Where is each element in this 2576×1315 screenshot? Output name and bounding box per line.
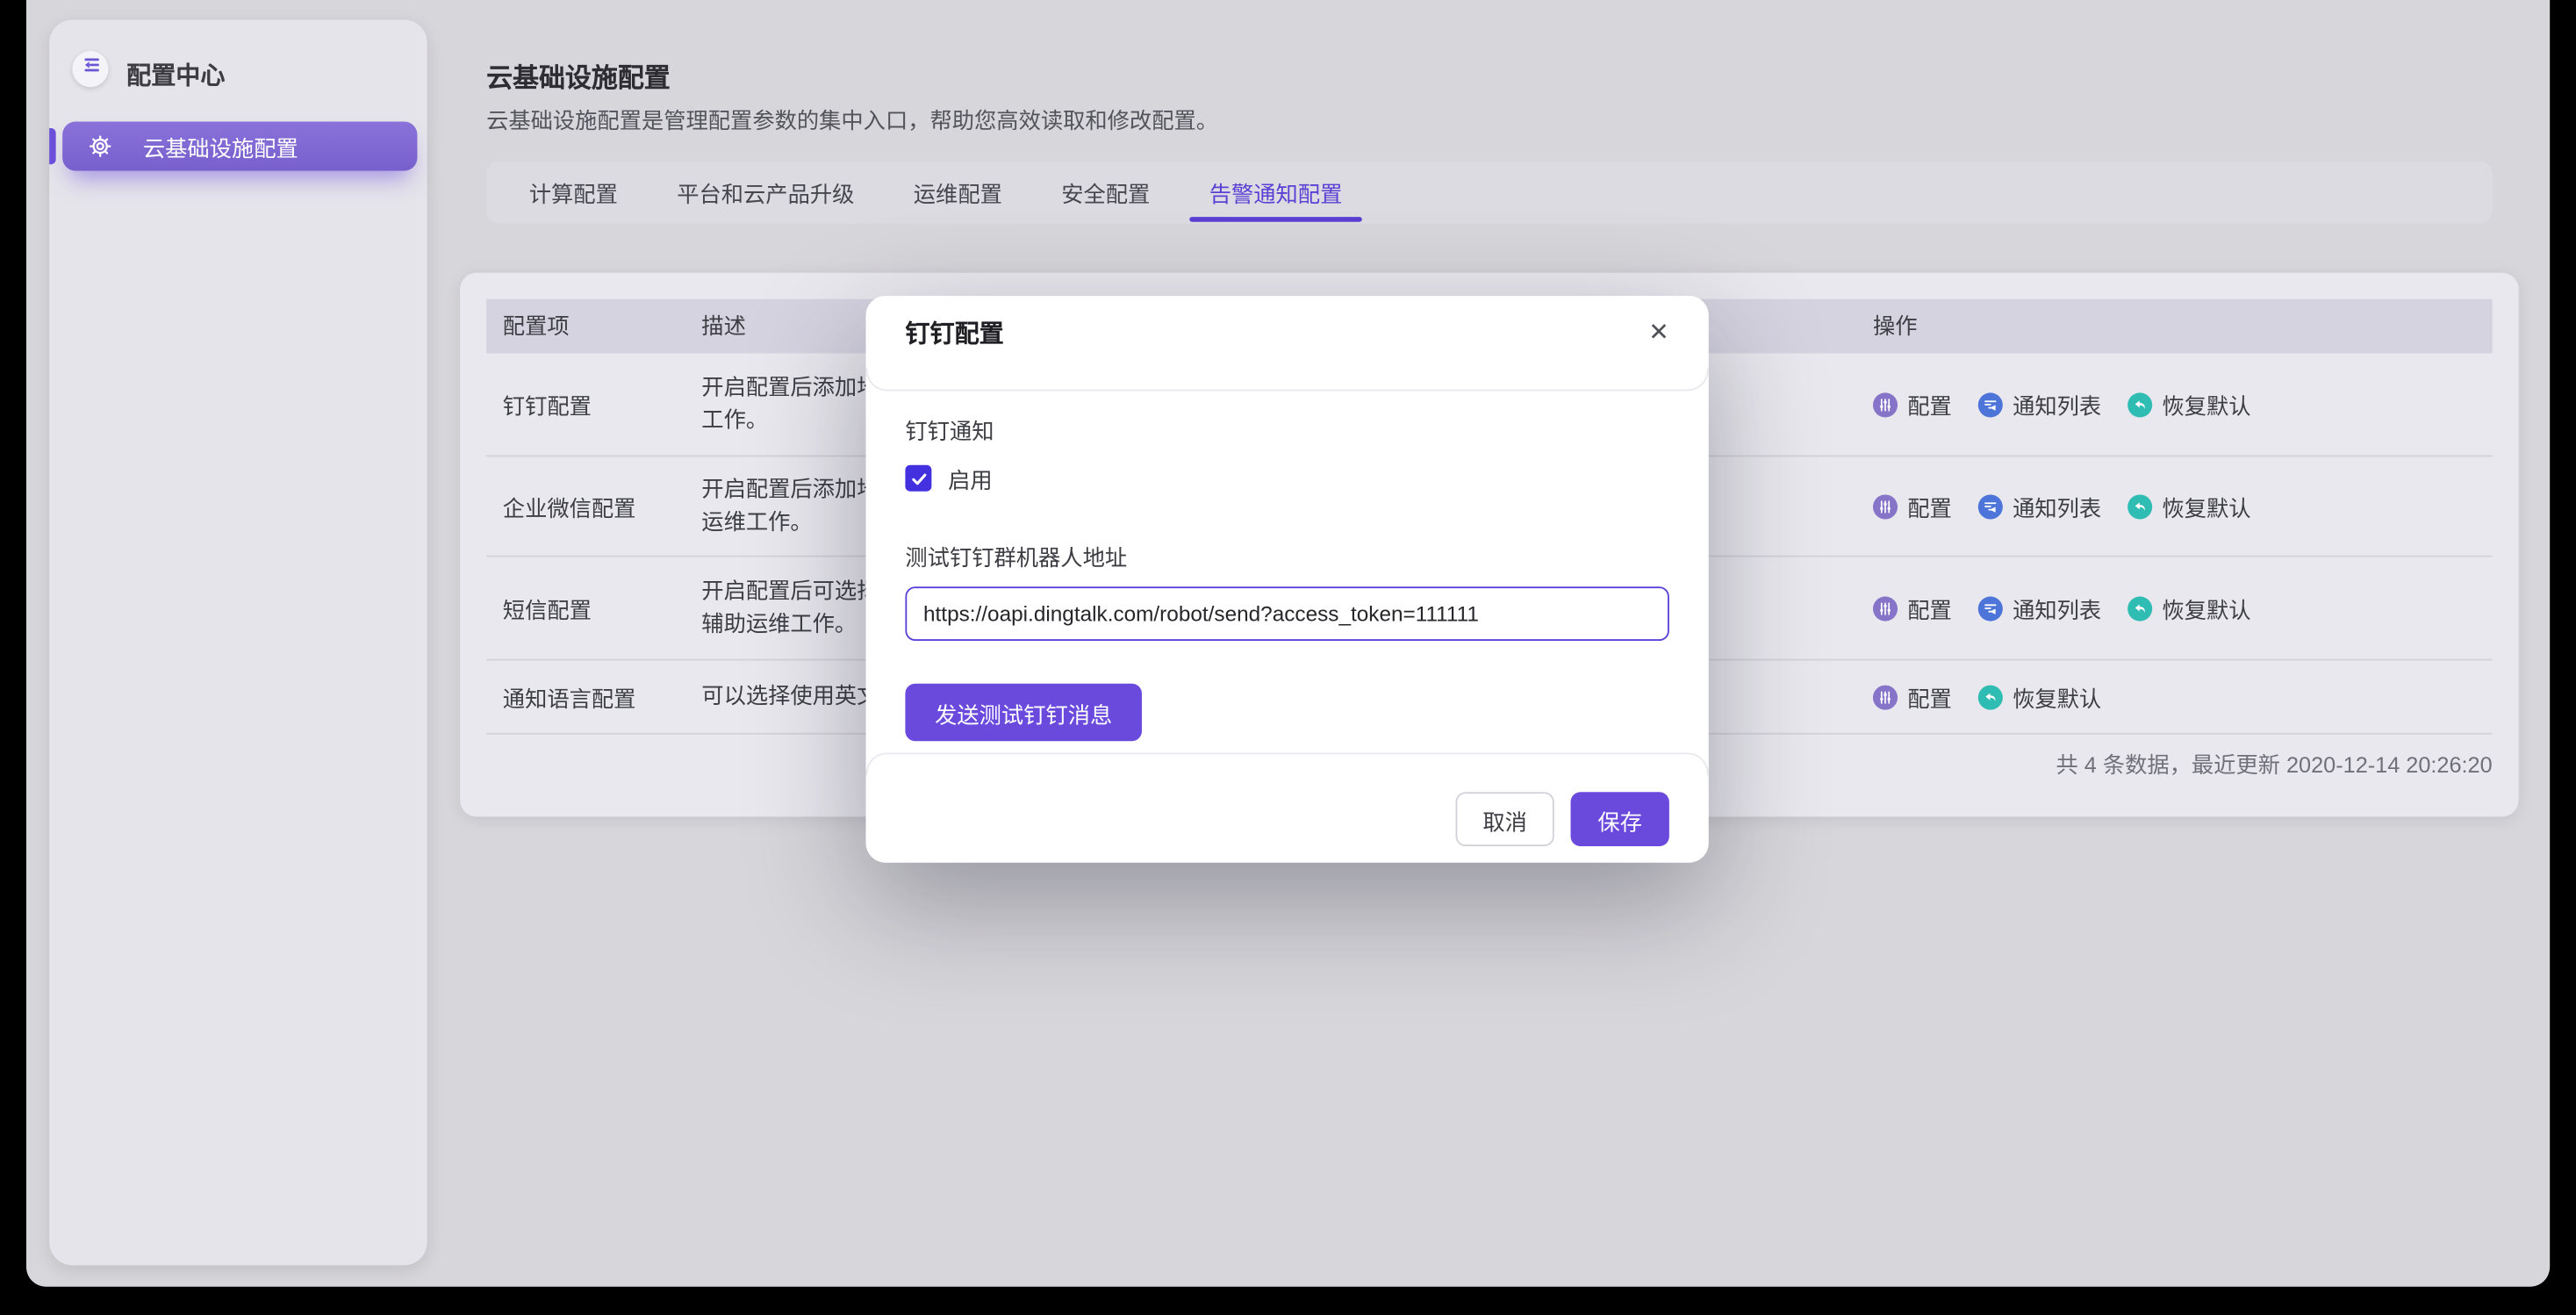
action-label: 恢复默认 bbox=[2162, 592, 2250, 624]
notify-list-icon bbox=[1978, 494, 2003, 519]
app-window: 配置中心 云基础设施配置 bbox=[26, 0, 2550, 1287]
sidebar-active-indicator bbox=[49, 128, 55, 164]
action-undo[interactable]: 恢复默认 bbox=[1978, 680, 2101, 713]
column-header-actions: 操作 bbox=[1873, 299, 1918, 354]
robot-address-label: 测试钉钉群机器人地址 bbox=[905, 539, 1668, 571]
dingtalk-notify-label: 钉钉通知 bbox=[905, 413, 1668, 445]
action-label: 配置 bbox=[1907, 490, 1952, 522]
action-undo[interactable]: 恢复默认 bbox=[2128, 490, 2250, 522]
config-item-name: 钉钉配置 bbox=[503, 388, 592, 420]
tab-运维配置[interactable]: 运维配置 bbox=[914, 161, 1002, 223]
modal-header-divider bbox=[865, 368, 1708, 391]
column-header-desc: 描述 bbox=[701, 299, 746, 354]
modal-title: 钉钉配置 bbox=[905, 314, 1003, 349]
action-label: 配置 bbox=[1907, 680, 1952, 713]
row-actions: 配置 恢复默认 bbox=[1873, 680, 2101, 713]
app-stage: 配置中心 云基础设施配置 bbox=[0, 0, 2576, 1315]
action-sliders[interactable]: 配置 bbox=[1873, 592, 1952, 624]
dingtalk-config-modal: 钉钉配置 ✕ 钉钉通知 启用 测试钉钉群机器人地址 发送测试钉钉消息 bbox=[865, 296, 1708, 863]
tab-安全配置[interactable]: 安全配置 bbox=[1061, 161, 1150, 223]
sliders-icon bbox=[1873, 596, 1898, 621]
action-label: 恢复默认 bbox=[2013, 680, 2101, 713]
undo-icon bbox=[2128, 392, 2152, 416]
row-actions: 配置 通知列表 恢复默认 bbox=[1873, 592, 2251, 624]
action-label: 配置 bbox=[1907, 592, 1952, 624]
action-label: 配置 bbox=[1907, 388, 1952, 420]
action-label: 恢复默认 bbox=[2162, 388, 2250, 420]
enable-checkbox-row: 启用 bbox=[905, 462, 1668, 494]
modal-footer-divider bbox=[865, 752, 1708, 775]
action-notify-list[interactable]: 通知列表 bbox=[1978, 490, 2101, 522]
row-actions: 配置 通知列表 恢复默认 bbox=[1873, 388, 2251, 420]
config-item-name: 短信配置 bbox=[503, 592, 592, 624]
sidebar-title: 配置中心 bbox=[126, 58, 225, 92]
action-notify-list[interactable]: 通知列表 bbox=[1978, 592, 2101, 624]
sliders-icon bbox=[1873, 685, 1898, 709]
tab-平台和云产品升级[interactable]: 平台和云产品升级 bbox=[677, 161, 854, 223]
gear-icon bbox=[89, 134, 111, 157]
action-label: 通知列表 bbox=[2013, 490, 2101, 522]
enable-label: 启用 bbox=[948, 462, 993, 494]
modal-footer: 取消 保存 bbox=[865, 776, 1708, 863]
action-label: 通知列表 bbox=[2013, 592, 2101, 624]
undo-icon bbox=[2128, 596, 2152, 621]
save-button[interactable]: 保存 bbox=[1571, 792, 1669, 846]
action-undo[interactable]: 恢复默认 bbox=[2128, 592, 2250, 624]
config-item-name: 企业微信配置 bbox=[503, 490, 636, 522]
page-subtitle: 云基础设施配置是管理配置参数的集中入口，帮助您高效读取和修改配置。 bbox=[486, 102, 1218, 134]
send-test-message-button[interactable]: 发送测试钉钉消息 bbox=[905, 684, 1142, 742]
robot-address-input[interactable] bbox=[905, 586, 1668, 641]
page-title: 云基础设施配置 bbox=[486, 56, 671, 96]
action-sliders[interactable]: 配置 bbox=[1873, 490, 1952, 522]
sidebar-item-label: 云基础设施配置 bbox=[143, 130, 298, 162]
column-header-name: 配置项 bbox=[503, 299, 570, 354]
action-sliders[interactable]: 配置 bbox=[1873, 680, 1952, 713]
modal-header: 钉钉配置 ✕ bbox=[865, 296, 1708, 368]
tab-告警通知配置[interactable]: 告警通知配置 bbox=[1209, 161, 1343, 223]
action-label: 恢复默认 bbox=[2162, 490, 2250, 522]
collapse-sidebar-button[interactable] bbox=[72, 51, 108, 87]
notify-list-icon bbox=[1978, 392, 2003, 416]
tab-bar: 计算配置平台和云产品升级运维配置安全配置告警通知配置 bbox=[486, 161, 2493, 223]
undo-icon bbox=[1978, 685, 2003, 709]
sidebar-item-cloud-infra-config[interactable]: 云基础设施配置 bbox=[62, 122, 417, 171]
notify-list-icon bbox=[1978, 596, 2003, 621]
sidebar: 配置中心 云基础设施配置 bbox=[49, 19, 427, 1265]
action-undo[interactable]: 恢复默认 bbox=[2128, 388, 2250, 420]
undo-icon bbox=[2128, 494, 2152, 519]
action-sliders[interactable]: 配置 bbox=[1873, 388, 1952, 420]
collapse-icon bbox=[80, 54, 101, 84]
row-actions: 配置 通知列表 恢复默认 bbox=[1873, 490, 2251, 522]
config-item-name: 通知语言配置 bbox=[503, 680, 636, 713]
cancel-button[interactable]: 取消 bbox=[1456, 792, 1554, 846]
sliders-icon bbox=[1873, 494, 1898, 519]
action-notify-list[interactable]: 通知列表 bbox=[1978, 388, 2101, 420]
modal-body: 钉钉通知 启用 测试钉钉群机器人地址 发送测试钉钉消息 bbox=[865, 392, 1708, 753]
close-icon[interactable]: ✕ bbox=[1648, 320, 1669, 344]
tab-计算配置[interactable]: 计算配置 bbox=[529, 161, 618, 223]
enable-checkbox[interactable] bbox=[905, 465, 931, 492]
sliders-icon bbox=[1873, 392, 1898, 416]
action-label: 通知列表 bbox=[2013, 388, 2101, 420]
